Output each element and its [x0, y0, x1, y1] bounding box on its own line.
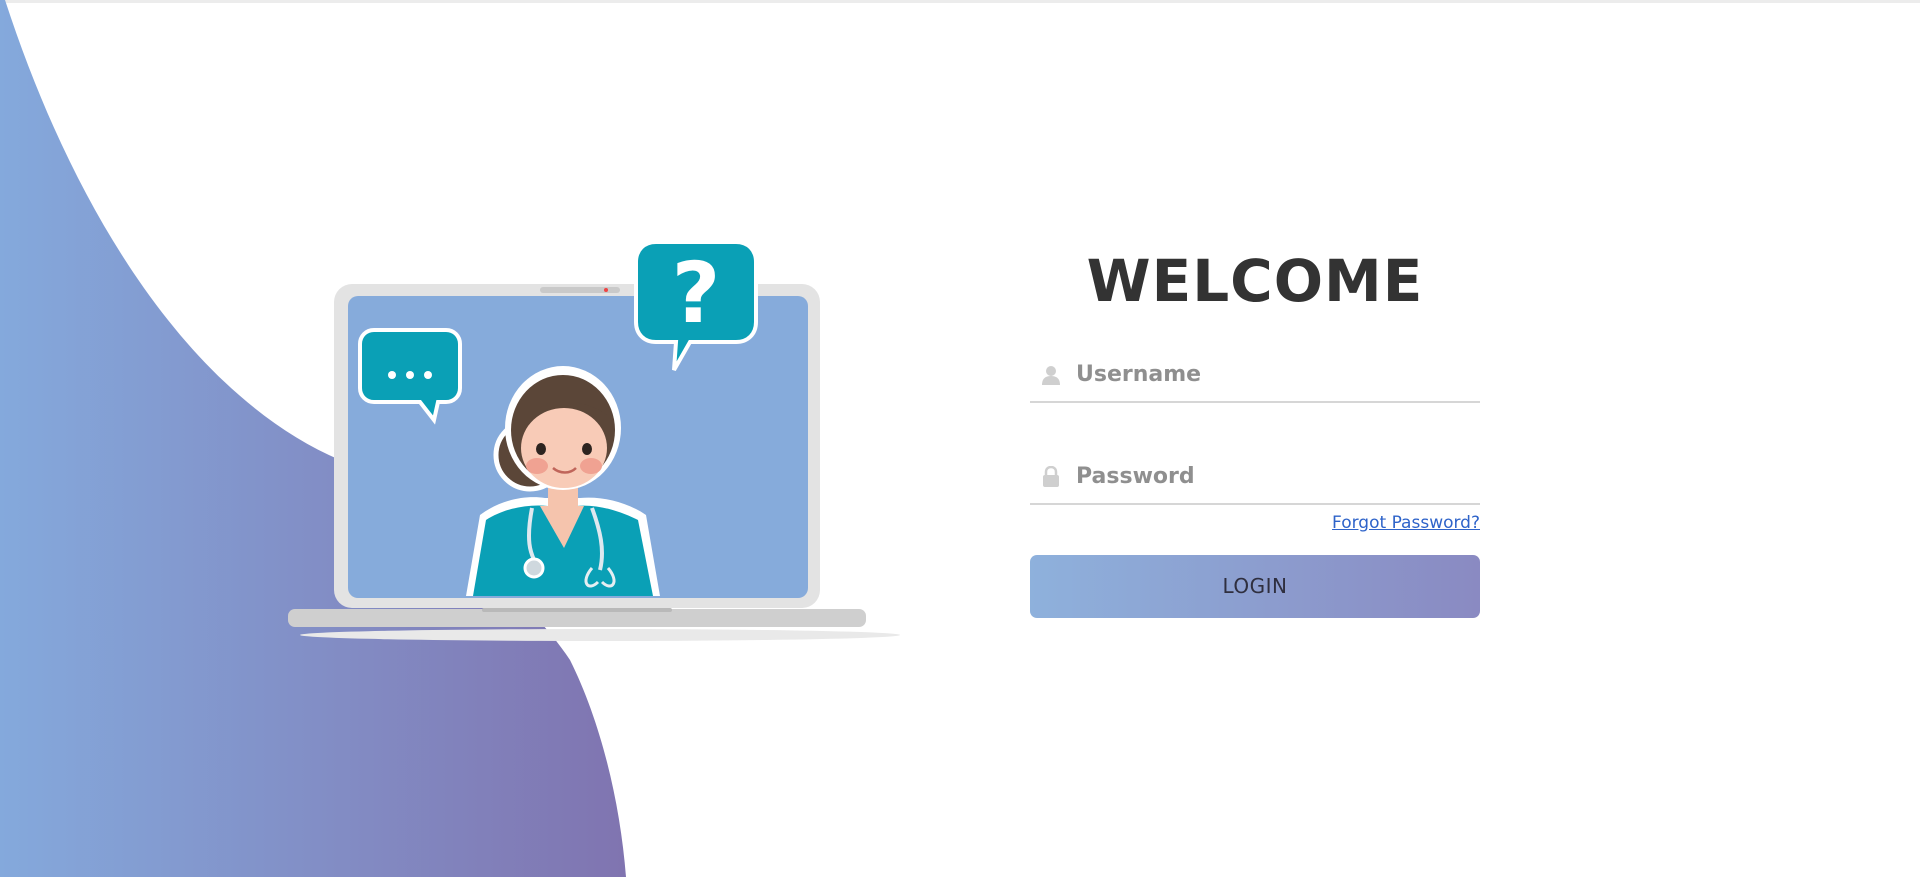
- forgot-row: Forgot Password?: [1030, 513, 1480, 533]
- welcome-title: WELCOME: [1086, 247, 1424, 315]
- login-panel: WELCOME Forgot Password? LOGIN: [1030, 247, 1480, 618]
- login-button[interactable]: LOGIN: [1030, 554, 1480, 618]
- user-icon: [1038, 362, 1064, 388]
- svg-text:?: ?: [672, 244, 721, 342]
- password-input[interactable]: [1074, 455, 1480, 498]
- password-field: [1030, 451, 1480, 505]
- doctor-laptop-illustration: ?: [288, 240, 900, 641]
- username-input[interactable]: [1074, 353, 1480, 396]
- forgot-password-link[interactable]: Forgot Password?: [1332, 513, 1480, 533]
- lock-icon: [1038, 464, 1064, 490]
- username-field: [1030, 349, 1480, 403]
